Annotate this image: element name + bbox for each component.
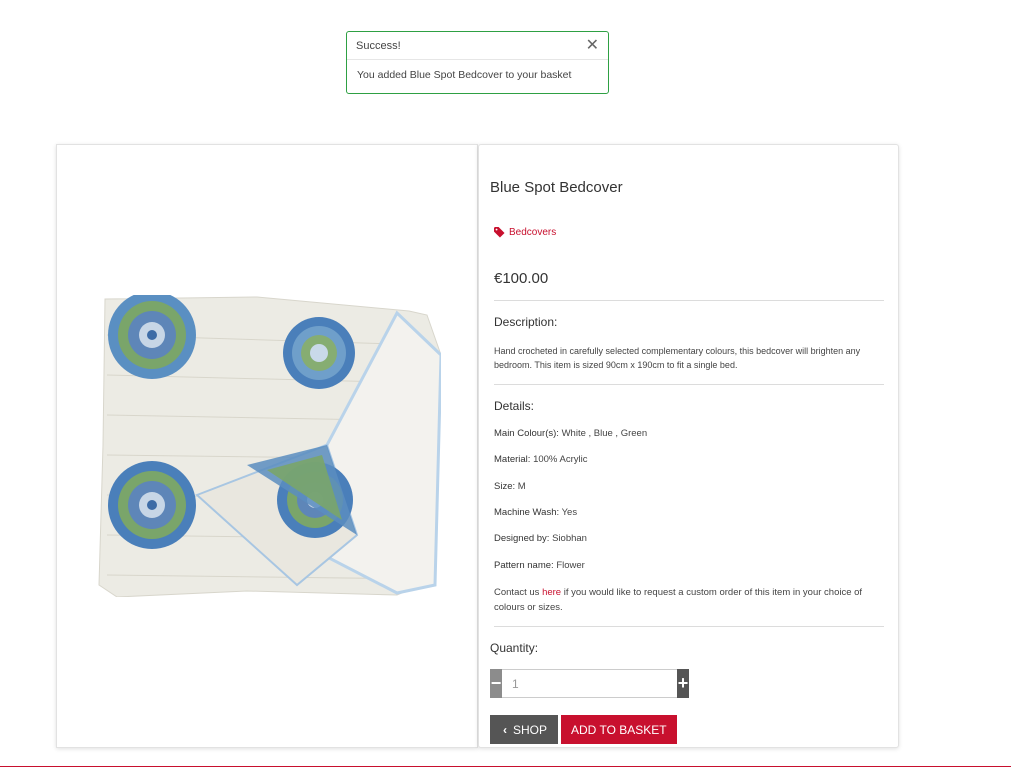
divider bbox=[494, 300, 884, 301]
toast-title: Success! bbox=[356, 39, 401, 52]
add-to-basket-button[interactable]: ADD TO BASKET bbox=[561, 715, 677, 744]
detail-size: Size: M bbox=[494, 481, 526, 492]
product-price: €100.00 bbox=[494, 270, 549, 287]
product-image bbox=[98, 295, 441, 597]
detail-pattern-name: Pattern name: Flower bbox=[494, 560, 585, 571]
quantity-input[interactable] bbox=[502, 669, 677, 698]
category-link[interactable]: Bedcovers bbox=[494, 227, 556, 238]
shop-button[interactable]: ‹ SHOP bbox=[490, 715, 559, 744]
toast-header: Success! ✕ bbox=[347, 32, 608, 60]
action-buttons: ‹ SHOP ADD TO BASKET bbox=[490, 715, 677, 744]
divider bbox=[494, 626, 884, 627]
details-title: Details: bbox=[494, 399, 535, 413]
footer-divider bbox=[0, 766, 1011, 767]
tag-icon bbox=[494, 227, 505, 238]
quantity-stepper: − + bbox=[490, 669, 689, 698]
quantity-label: Quantity: bbox=[490, 641, 539, 655]
divider bbox=[494, 384, 884, 385]
product-description: Hand crocheted in carefully selected com… bbox=[494, 346, 861, 370]
product-details-card: Blue Spot Bedcover Bedcovers €100.00 Des… bbox=[478, 144, 899, 748]
toast-message: You added Blue Spot Bedcover to your bas… bbox=[357, 69, 572, 81]
detail-main-colours: Main Colour(s): White , Blue , Green bbox=[494, 428, 648, 439]
detail-material: Material: 100% Acrylic bbox=[494, 454, 588, 465]
description-title: Description: bbox=[494, 315, 558, 329]
contact-note: Contact us here if you would like to req… bbox=[494, 587, 863, 613]
success-toast: Success! ✕ You added Blue Spot Bedcover … bbox=[346, 31, 609, 94]
product-image-card bbox=[56, 144, 478, 748]
close-icon[interactable]: ✕ bbox=[586, 37, 599, 54]
increment-button[interactable]: + bbox=[677, 669, 689, 698]
detail-designed-by: Designed by: Siobhan bbox=[494, 533, 587, 544]
product-name: Blue Spot Bedcover bbox=[490, 179, 623, 196]
category-label: Bedcovers bbox=[509, 227, 557, 238]
chevron-left-icon: ‹ bbox=[503, 722, 507, 737]
contact-link[interactable]: here bbox=[542, 587, 561, 598]
plus-icon: + bbox=[677, 673, 689, 693]
minus-icon: − bbox=[490, 673, 502, 693]
decrement-button[interactable]: − bbox=[490, 669, 502, 698]
detail-machine-wash: Machine Wash: Yes bbox=[494, 507, 578, 518]
